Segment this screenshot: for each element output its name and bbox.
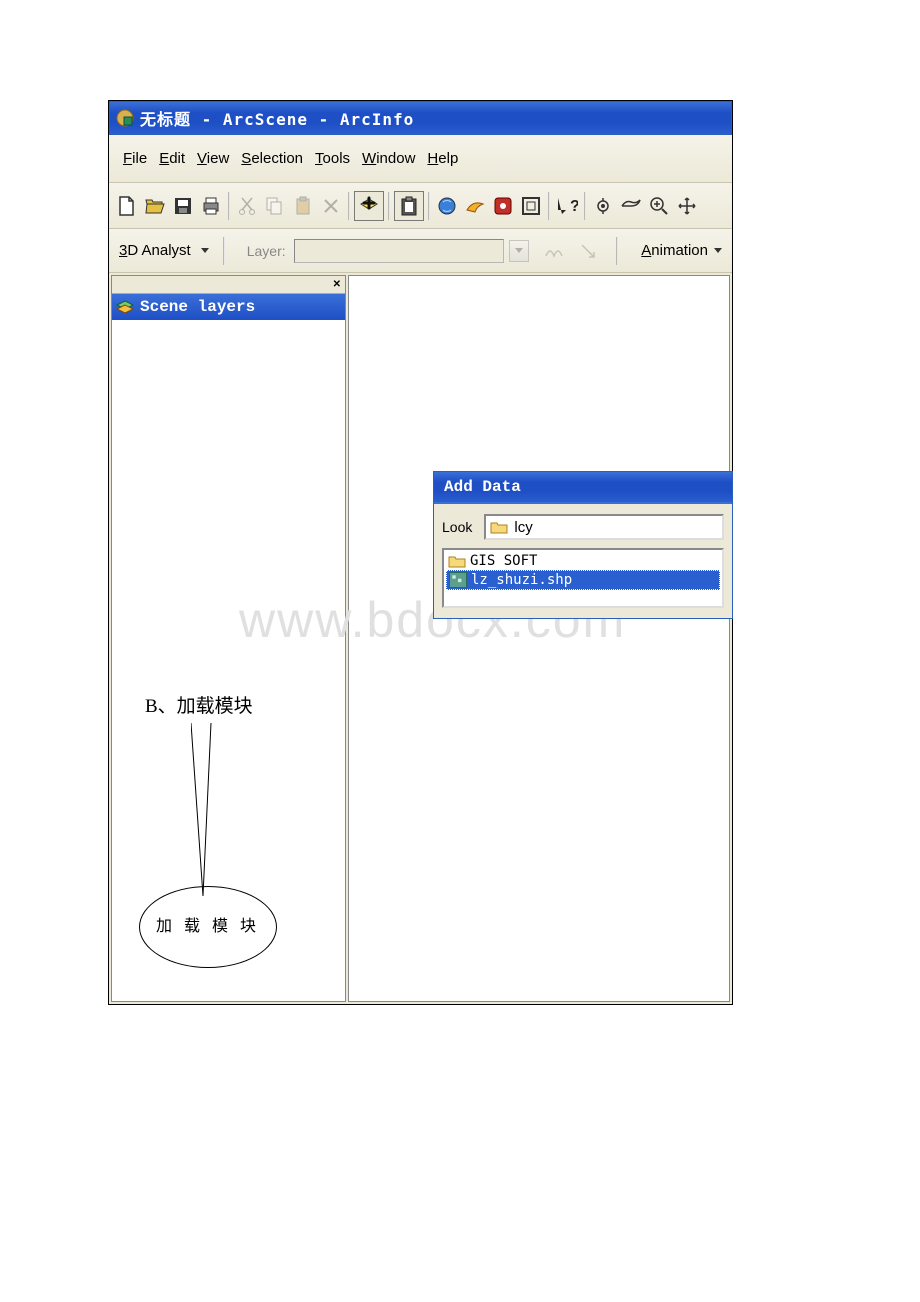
open-document-icon[interactable] <box>142 193 168 219</box>
menu-file[interactable]: File <box>119 148 151 169</box>
toc-panel-header: ✕ <box>112 276 345 294</box>
menu-selection[interactable]: Selection <box>237 148 307 169</box>
separator-icon <box>348 192 350 220</box>
analyst-toolbar: 3D Analyst Layer: Animation <box>109 229 732 273</box>
menu-edit[interactable]: Edit <box>155 148 189 169</box>
look-in-combo[interactable]: lcy <box>484 514 724 540</box>
separator-icon <box>388 192 390 220</box>
scene-viewport[interactable] <box>348 275 730 1002</box>
folder-icon <box>490 520 508 534</box>
steepest-path-icon <box>575 238 601 264</box>
3d-analyst-menu[interactable]: 3D Analyst <box>119 242 191 259</box>
look-in-label: Look <box>442 519 472 535</box>
zoom-in-icon[interactable] <box>646 193 672 219</box>
file-list[interactable]: GIS SOFT lz_shuzi.shp <box>442 548 724 608</box>
scene-layers-node[interactable]: Scene layers <box>112 294 345 320</box>
svg-text:?: ? <box>570 198 578 215</box>
file-name: lz_shuzi.shp <box>471 572 572 588</box>
separator-icon <box>428 192 430 220</box>
file-name: GIS SOFT <box>470 553 537 569</box>
app-icon <box>116 109 134 127</box>
dropdown-arrow-icon[interactable] <box>714 248 722 253</box>
annotation-ellipse: 加 载 模 块 <box>139 886 277 968</box>
separator-icon <box>223 237 225 265</box>
layer-label: Layer: <box>247 243 286 259</box>
app-window: 无标题 - ArcScene - ArcInfo File Edit View … <box>108 100 733 1005</box>
menu-window[interactable]: Window <box>358 148 419 169</box>
menubar: File Edit View Selection Tools Window He… <box>109 135 732 183</box>
delete-icon <box>318 193 344 219</box>
separator-icon <box>616 237 618 265</box>
layer-combo[interactable] <box>294 239 504 263</box>
close-icon[interactable]: ✕ <box>333 279 341 290</box>
layer-combo-arrow[interactable] <box>509 240 529 262</box>
add-data-dialog: Add Data Look lcy GIS SOFT <box>433 471 733 619</box>
separator-icon <box>228 192 230 220</box>
add-data-title: Add Data <box>434 472 732 502</box>
titlebar: 无标题 - ArcScene - ArcInfo <box>109 101 732 135</box>
new-document-icon[interactable] <box>114 193 140 219</box>
fly-icon[interactable] <box>462 193 488 219</box>
annotation-ellipse-text: 加 载 模 块 <box>156 916 260 938</box>
folder-icon <box>448 554 466 568</box>
zoom-to-target-icon[interactable] <box>518 193 544 219</box>
set-observer-icon[interactable] <box>590 193 616 219</box>
add-data-body: Look lcy GIS SOFT <box>434 502 732 618</box>
center-on-target-icon[interactable] <box>490 193 516 219</box>
file-item-folder[interactable]: GIS SOFT <box>446 552 720 570</box>
separator-icon <box>584 192 586 220</box>
menu-tools[interactable]: Tools <box>311 148 354 169</box>
navigate-icon[interactable] <box>434 193 460 219</box>
pan-icon[interactable] <box>674 193 700 219</box>
shapefile-icon <box>449 572 467 588</box>
annotation-b: B、加载模块 <box>145 691 345 718</box>
whats-this-help-icon[interactable]: ? <box>554 193 580 219</box>
menu-view[interactable]: View <box>193 148 233 169</box>
contour-tool-icon <box>541 238 567 264</box>
annotation-b-label: B、加载模块 <box>145 696 253 717</box>
file-item-shapefile[interactable]: lz_shuzi.shp <box>446 570 720 590</box>
menu-help[interactable]: Help <box>423 148 462 169</box>
paste-clipboard-icon[interactable] <box>394 191 424 221</box>
add-data-icon[interactable] <box>354 191 384 221</box>
cut-icon <box>234 193 260 219</box>
fly-tool-icon[interactable] <box>618 193 644 219</box>
scene-layers-label: Scene layers <box>140 298 255 316</box>
separator-icon <box>548 192 550 220</box>
animation-menu[interactable]: Animation <box>641 242 708 259</box>
look-in-value: lcy <box>514 519 532 536</box>
standard-toolbar: ? <box>109 183 732 229</box>
save-icon[interactable] <box>170 193 196 219</box>
layers-icon <box>116 300 134 314</box>
window-title: 无标题 - ArcScene - ArcInfo <box>140 106 414 130</box>
copy-icon <box>262 193 288 219</box>
paste-icon <box>290 193 316 219</box>
print-icon[interactable] <box>198 193 224 219</box>
dropdown-arrow-icon[interactable] <box>201 248 209 253</box>
callout-lines <box>191 723 231 901</box>
